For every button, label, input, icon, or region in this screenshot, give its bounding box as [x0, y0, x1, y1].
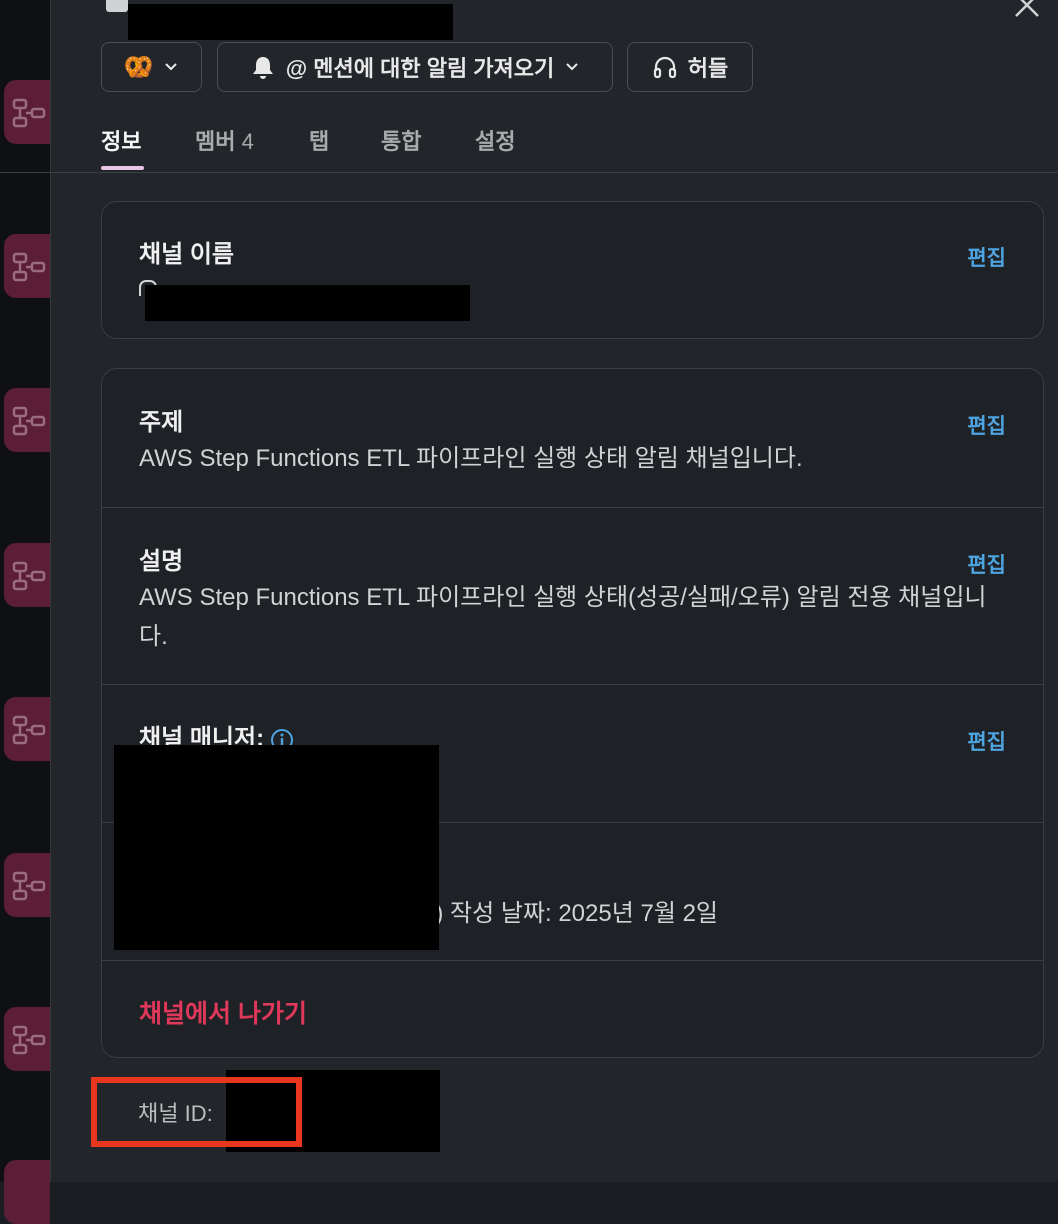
annotation-highlight-box — [91, 1077, 302, 1147]
notification-settings-label: @ 멘션에 대한 알림 가져오기 — [285, 56, 555, 81]
pretzel-icon: 🥨 — [123, 53, 154, 81]
tab-settings[interactable]: 설정 — [475, 124, 515, 156]
chevron-down-icon — [165, 63, 178, 71]
description-section: 설명 편집 AWS Step Functions ETL 파이프라인 실행 상태… — [102, 507, 1043, 684]
app-step-functions-icon[interactable] — [4, 234, 50, 298]
chevron-down-icon — [566, 63, 578, 71]
leave-channel-button[interactable]: 채널에서 나가기 — [139, 994, 307, 1030]
created-date-text: a) 작성 날짜: 2025년 7월 2일 — [422, 900, 718, 927]
emoji-status-button[interactable]: 🥨 — [101, 42, 202, 92]
channel-name-heading: 채널 이름 — [139, 241, 234, 268]
tab-tabs[interactable]: 탭 — [309, 124, 329, 156]
app-step-functions-icon[interactable] — [4, 697, 50, 761]
description-heading: 설명 — [139, 548, 184, 575]
tab-about[interactable]: 정보 — [101, 124, 141, 156]
redacted-managers — [114, 745, 439, 950]
edit-topic-button[interactable]: 편집 — [967, 410, 1006, 440]
redacted-channel-title — [128, 4, 453, 40]
members-count: 4 — [241, 129, 254, 154]
details-tabs: 정보 멤버 4 탭 통합 설정 — [0, 118, 1058, 173]
tab-integrations[interactable]: 통합 — [381, 124, 421, 156]
close-icon[interactable] — [1012, 0, 1042, 20]
bell-icon — [252, 57, 273, 79]
app-step-functions-icon[interactable] — [4, 1007, 50, 1071]
edit-description-button[interactable]: 편집 — [967, 549, 1006, 579]
edit-channel-name-button[interactable]: 편집 — [967, 242, 1006, 272]
channel-lock-icon — [106, 0, 128, 12]
app-step-functions-icon[interactable] — [4, 388, 50, 452]
topic-text: AWS Step Functions ETL 파이프라인 실행 상태 알림 채널… — [139, 445, 803, 472]
redacted-channel-name — [145, 285, 470, 321]
huddle-button[interactable]: 허들 — [627, 42, 753, 92]
huddle-label: 허들 — [687, 56, 729, 81]
app-step-functions-icon[interactable] — [4, 543, 50, 607]
topic-section: 주제 편집 AWS Step Functions ETL 파이프라인 실행 상태… — [102, 369, 1043, 507]
active-tab-indicator — [101, 166, 144, 170]
tab-members[interactable]: 멤버 4 — [195, 124, 254, 156]
app-step-functions-icon[interactable] — [4, 853, 50, 917]
topic-heading: 주제 — [139, 409, 184, 436]
headphones-icon — [653, 56, 676, 79]
workspace-rail — [0, 0, 50, 1224]
leave-section: 채널에서 나가기 — [102, 960, 1043, 1057]
channel-info-card: 주제 편집 AWS Step Functions ETL 파이프라인 실행 상태… — [101, 368, 1044, 1058]
app-step-functions-icon[interactable] — [4, 1160, 50, 1224]
notification-settings-button[interactable]: @ 멘션에 대한 알림 가져오기 — [217, 42, 613, 92]
description-text: AWS Step Functions ETL 파이프라인 실행 상태(성공/실패… — [139, 584, 987, 650]
edit-managers-button[interactable]: 편집 — [967, 726, 1006, 756]
